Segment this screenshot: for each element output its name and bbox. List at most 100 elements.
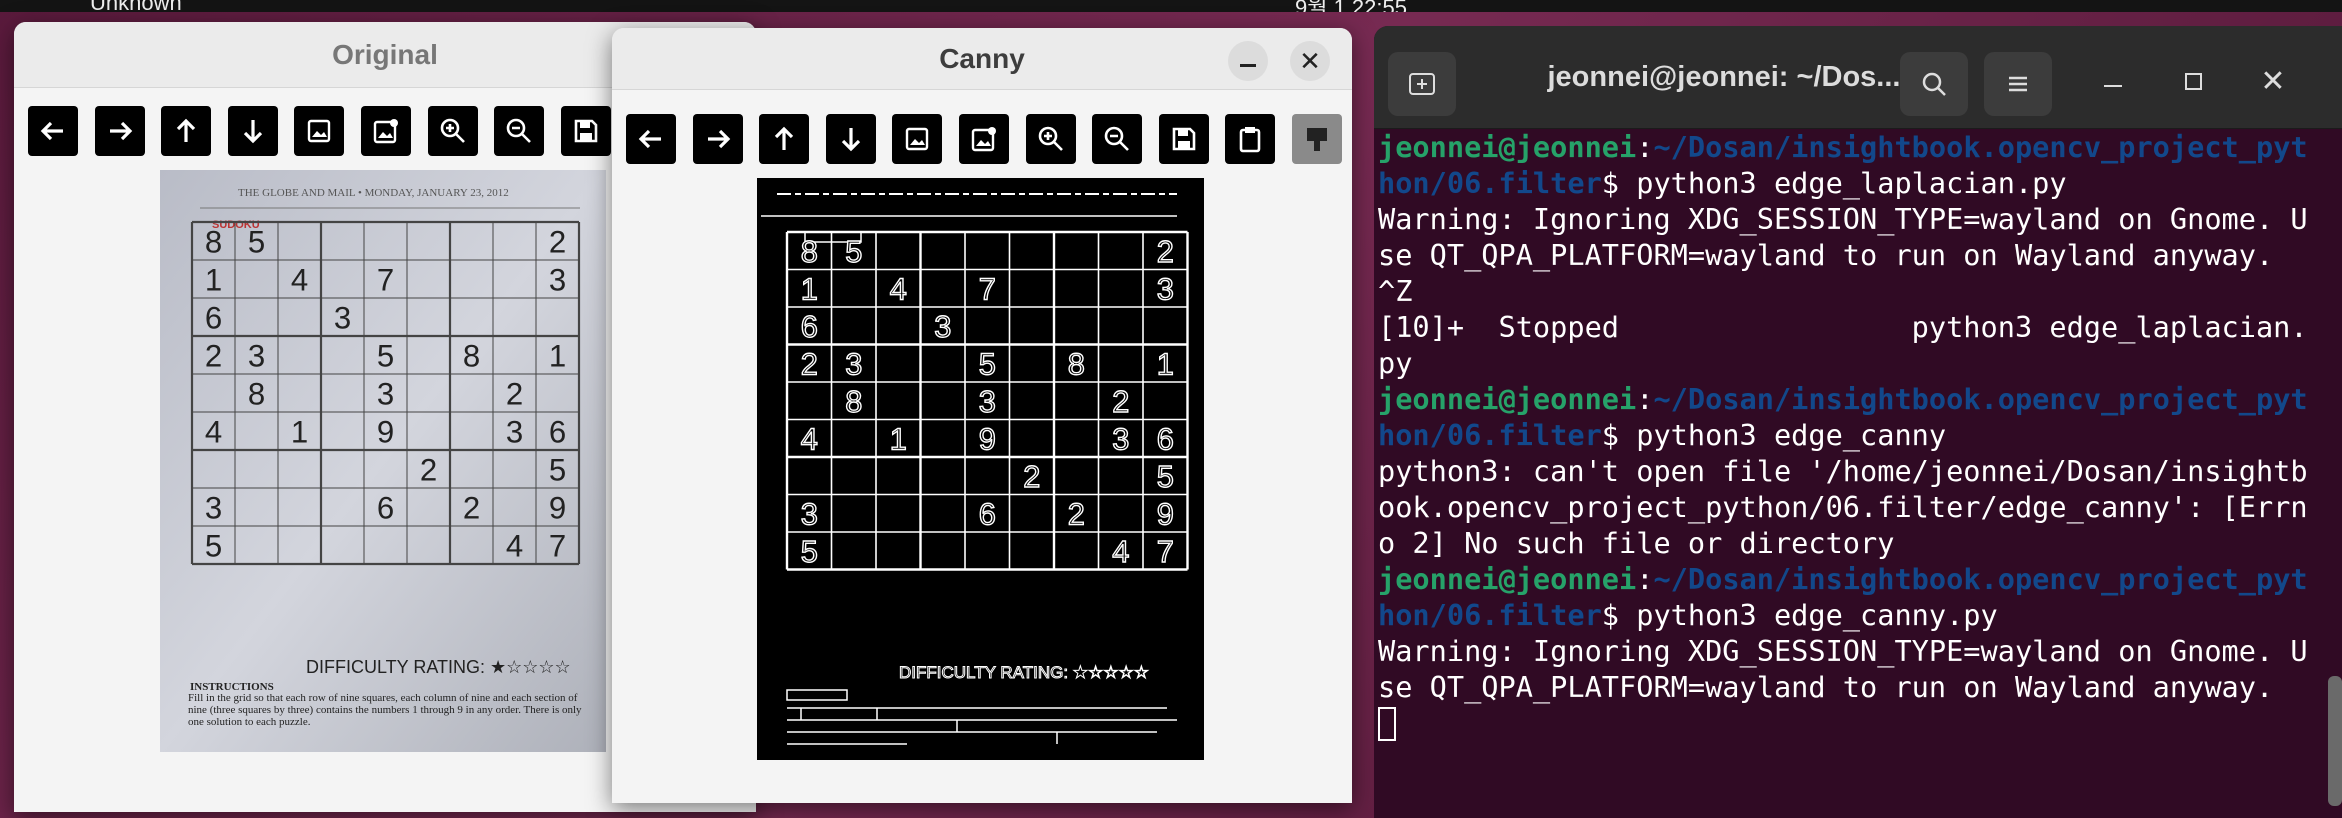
sudoku-cell-digit: 3: [377, 376, 394, 411]
hamburger-menu-icon: [2009, 76, 2027, 92]
sudoku-cell-digit: 9: [979, 422, 996, 457]
prompt-user: jeonnei@jeonnei: [1378, 562, 1637, 596]
arrow-down-tool-button[interactable]: [826, 114, 876, 164]
canny-titlebar[interactable]: Canny ✕: [612, 28, 1352, 90]
top-bar-clock[interactable]: 9월 1 22:55: [1295, 0, 1407, 12]
minimize-button[interactable]: [1228, 41, 1268, 81]
image-edit-tool-button[interactable]: [959, 114, 1009, 164]
terminal-prompt-line: jeonnei@jeonnei:~/Dosan/insightbook.open…: [1378, 130, 2308, 200]
sudoku-cell-digit: 5: [549, 452, 566, 487]
terminal-output-line: ^Z: [1378, 274, 1413, 308]
prompt-user: jeonnei@jeonnei: [1378, 382, 1637, 416]
image-tool-button[interactable]: [892, 114, 942, 164]
zoom-in-tool-button[interactable]: [1026, 114, 1076, 164]
sudoku-cell-digit: 2: [1112, 384, 1129, 419]
terminal-input-line[interactable]: [1378, 705, 2308, 741]
image-tool-button[interactable]: [294, 106, 344, 156]
zoom-out-icon: [1104, 126, 1129, 151]
search-icon: [1922, 72, 1946, 96]
arrow-up-tool-button[interactable]: [161, 106, 211, 156]
sudoku-cell-digit: 3: [801, 497, 818, 532]
arrow-right-icon: [110, 121, 133, 141]
terminal-prompt-line: jeonnei@jeonnei:~/Dosan/insightbook.open…: [1378, 562, 2308, 632]
terminal-output[interactable]: jeonnei@jeonnei:~/Dosan/insightbook.open…: [1378, 129, 2308, 741]
new-tab-button[interactable]: [1388, 52, 1456, 116]
sudoku-cell-digit: 6: [205, 300, 222, 335]
zoom-out-tool-button[interactable]: [1092, 114, 1142, 164]
sudoku-cell-digit: 2: [549, 224, 566, 259]
sudoku-cell-digit: 6: [549, 414, 566, 449]
terminal-scrollbar[interactable]: [2328, 676, 2342, 806]
terminal-close-button[interactable]: ✕: [2248, 56, 2298, 106]
sudoku-cell-digit: 1: [1157, 347, 1174, 382]
search-button[interactable]: [1900, 52, 1968, 116]
minimize-icon: [2104, 85, 2122, 87]
sudoku-cell-digit: 1: [801, 272, 818, 307]
terminal-prompt-line: jeonnei@jeonnei:~/Dosan/insightbook.open…: [1378, 382, 2308, 452]
sudoku-cell-digit: 1: [890, 422, 907, 457]
arrow-down-tool-button[interactable]: [228, 106, 278, 156]
menu-button[interactable]: [1984, 52, 2052, 116]
sudoku-cell-digit: 4: [506, 528, 523, 563]
image-edit-tool-button[interactable]: [361, 106, 411, 156]
paint-icon: [1307, 128, 1327, 151]
arrow-up-icon: [176, 118, 196, 142]
paint-tool-button[interactable]: [1292, 114, 1342, 164]
terminal-maximize-button[interactable]: [2168, 56, 2218, 106]
sudoku-cell-digit: 3: [979, 384, 996, 419]
sudoku-cell-digit: 6: [801, 309, 818, 344]
arrow-left-tool-button[interactable]: [28, 106, 78, 156]
terminal-window[interactable]: jeonnei@jeonnei: ~/Dos... ✕ jeonnei@jeon…: [1374, 26, 2342, 818]
sudoku-cell-digit: 5: [845, 234, 862, 269]
sudoku-cell-digit: 2: [205, 338, 222, 373]
sudoku-cell-digit: 2: [463, 490, 480, 525]
sudoku-cell-digit: 4: [890, 272, 907, 307]
sudoku-cell-digit: 6: [377, 490, 394, 525]
terminal-output-line: [10]+ Stopped python3 edge_laplacian.py: [1378, 310, 2308, 380]
image-edit-icon: [373, 119, 398, 144]
canny-window-title: Canny: [939, 43, 1025, 74]
arrow-up-tool-button[interactable]: [759, 114, 809, 164]
clipboard-tool-button[interactable]: [1225, 114, 1275, 164]
terminal-output-line: python3: can't open file '/home/jeonnei/…: [1378, 454, 2308, 560]
sudoku-cell-digit: 1: [205, 262, 222, 297]
sudoku-cell-digit: 8: [1068, 347, 1085, 382]
sudoku-cell-digit: 4: [205, 414, 222, 449]
sudoku-cell-digit: 2: [1068, 497, 1085, 532]
save-tool-button[interactable]: [561, 106, 611, 156]
prompt-command: $ python3 edge_canny: [1601, 418, 1947, 452]
top-bar-app-label: Unknown: [90, 0, 182, 12]
top-bar: Unknown 9월 1 22:55: [0, 0, 2342, 12]
image-icon: [905, 127, 929, 151]
arrow-right-icon: [708, 129, 731, 149]
arrow-up-icon: [774, 126, 794, 150]
arrow-right-tool-button[interactable]: [693, 114, 743, 164]
sudoku-cell-digit: 3: [248, 338, 265, 373]
sudoku-cell-digit: 2: [801, 347, 818, 382]
save-tool-button[interactable]: [1159, 114, 1209, 164]
zoom-in-tool-button[interactable]: [428, 106, 478, 156]
canny-window[interactable]: Canny ✕ 8521473632358183241936253629547 …: [612, 28, 1352, 803]
terminal-minimize-button[interactable]: [2088, 56, 2138, 106]
sudoku-cell-digit: 3: [1157, 272, 1174, 307]
zoom-out-tool-button[interactable]: [494, 106, 544, 156]
sudoku-cell-digit: 3: [205, 490, 222, 525]
sudoku-cell-digit: 3: [845, 347, 862, 382]
close-icon: ✕: [2260, 64, 2286, 98]
terminal-headerbar[interactable]: jeonnei@jeonnei: ~/Dos... ✕: [1374, 26, 2342, 129]
sudoku-cell-digit: 8: [801, 234, 818, 269]
arrow-left-icon: [40, 121, 63, 141]
arrow-left-icon: [638, 129, 661, 149]
save-icon: [1172, 127, 1196, 151]
sudoku-cell-digit: 8: [248, 376, 265, 411]
sudoku-cell-digit: 6: [979, 497, 996, 532]
arrow-left-tool-button[interactable]: [626, 114, 676, 164]
sudoku-cell-digit: 9: [549, 490, 566, 525]
close-button[interactable]: ✕: [1290, 41, 1330, 81]
arrow-right-tool-button[interactable]: [95, 106, 145, 156]
sudoku-cell-digit: 3: [506, 414, 523, 449]
canny-difficulty-rating: DIFFICULTY RATING: ★☆☆☆☆: [899, 663, 1149, 682]
image-edit-icon: [971, 127, 996, 152]
original-image: THE GLOBE AND MAIL • MONDAY, JANUARY 23,…: [160, 170, 606, 752]
sudoku-cell-digit: 5: [377, 338, 394, 373]
